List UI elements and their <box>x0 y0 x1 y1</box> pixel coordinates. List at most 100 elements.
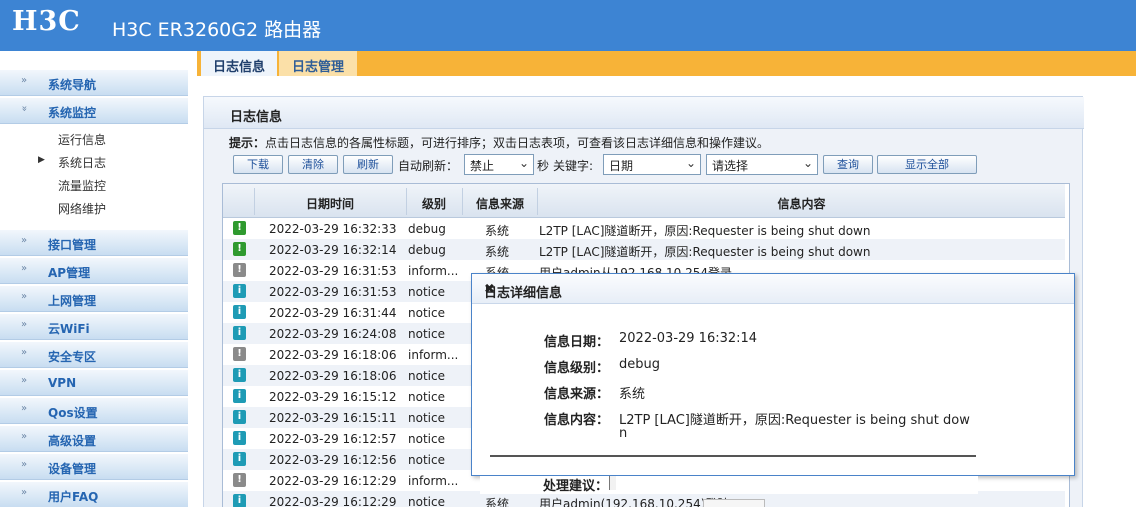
sidebar-subitem-syslog[interactable]: 系统日志 <box>58 154 106 171</box>
sidebar-item-interface[interactable]: » 接口管理 <box>0 230 188 256</box>
panel-title: 日志信息 <box>230 110 283 125</box>
detail-level-value: debug <box>619 357 660 372</box>
double-chevron-right-icon: » <box>21 431 28 442</box>
tab-log-info[interactable]: 日志信息 <box>201 51 277 76</box>
sidebar-item-nav[interactable]: » 系统导航 <box>0 70 188 96</box>
table-row[interactable]: ! 2022-03-29 16:32:33 debug 系统 L2TP [LAC]隧道断… <box>223 218 1065 239</box>
cell-source: 系统 <box>485 245 510 259</box>
clear-button[interactable]: 清除 <box>288 155 338 174</box>
tab-bar: 日志信息 日志管理 <box>197 51 1136 76</box>
double-chevron-right-icon: » <box>21 263 28 274</box>
download-button[interactable]: 下载 <box>233 155 283 174</box>
sidebar-item-label: 用户FAQ <box>48 490 99 504</box>
refresh-button[interactable]: 刷新 <box>343 155 393 174</box>
page-title: H3C ER3260G2 路由器 <box>112 19 322 41</box>
cell-level: notice <box>408 411 445 425</box>
sidebar-item-label: 安全专区 <box>48 350 97 364</box>
advice-textbox[interactable] <box>609 476 616 490</box>
keyword-label: 关键字: <box>553 159 594 173</box>
cell-level: notice <box>408 306 445 320</box>
cell-datetime: 2022-03-29 16:32:14 <box>269 243 397 257</box>
sidebar-item-label: 上网管理 <box>48 294 97 308</box>
table-row[interactable]: ! 2022-03-29 16:32:14 debug 系统 L2TP [LAC]隧道断… <box>223 239 1065 260</box>
filter-value: 请选择 <box>712 159 749 173</box>
show-all-button[interactable]: 显示全部 <box>877 155 977 174</box>
query-button[interactable]: 查询 <box>823 155 873 174</box>
double-chevron-right-icon: » <box>21 319 28 330</box>
column-header-datetime[interactable]: 日期时间 <box>255 195 405 212</box>
sidebar-item-security[interactable]: » 安全专区 <box>0 342 188 368</box>
cell-content: L2TP [LAC]隧道断开，原因:Requester is being shu… <box>539 245 871 259</box>
sidebar-subitem-maintenance[interactable]: 网络维护 <box>58 200 106 217</box>
sidebar-item-monitor[interactable]: » 系统监控 <box>0 98 188 124</box>
cell-datetime: 2022-03-29 16:31:53 <box>269 285 397 299</box>
sidebar-item-qos[interactable]: » Qos设置 <box>0 398 188 424</box>
sidebar-item-label: 设备管理 <box>48 462 97 476</box>
log-detail-dialog: 日志详细信息 ✖ 信息日期： 2022-03-29 16:32:14 信息级别：… <box>471 273 1075 476</box>
info-level-icon: ! <box>233 263 246 277</box>
cell-level: inform... <box>408 264 459 278</box>
sidebar-item-internet[interactable]: » 上网管理 <box>0 286 188 312</box>
notice-level-icon: i <box>233 389 246 403</box>
auto-refresh-select[interactable]: 禁止 ⌄ <box>464 154 534 175</box>
auto-refresh-label: 自动刷新： <box>398 159 459 173</box>
close-icon[interactable]: ✖ <box>484 282 1058 297</box>
cell-datetime: 2022-03-29 16:12:56 <box>269 453 397 467</box>
hint-text: 提示：点击日志信息的各属性标题，可进行排序；双击日志表项，可查看该日志详细信息和… <box>229 134 769 151</box>
table-header: 日期时间 级别 信息来源 信息内容 <box>223 184 1065 218</box>
sidebar-subitem-runinfo[interactable]: 运行信息 <box>58 131 106 148</box>
filter-select[interactable]: 请选择 ⌄ <box>706 154 818 175</box>
cell-level: notice <box>408 432 445 446</box>
dialog-divider <box>490 455 976 457</box>
cell-level: notice <box>408 285 445 299</box>
column-header-source[interactable]: 信息来源 <box>463 195 537 212</box>
keyword-select[interactable]: 日期 ⌄ <box>603 154 701 175</box>
notice-level-icon: i <box>233 452 246 466</box>
sidebar-subitem-traffic[interactable]: 流量监控 <box>58 177 106 194</box>
double-chevron-down-icon: » <box>18 105 30 112</box>
tab-log-manage[interactable]: 日志管理 <box>279 51 357 76</box>
cell-level: notice <box>408 390 445 404</box>
double-chevron-right-icon: » <box>21 75 28 86</box>
sidebar-item-label: Qos设置 <box>48 406 98 420</box>
sidebar-item-label: 高级设置 <box>48 434 97 448</box>
column-header-content[interactable]: 信息内容 <box>538 195 1065 212</box>
info-level-icon: ! <box>233 347 246 361</box>
cell-level: notice <box>408 495 445 507</box>
double-chevron-right-icon: » <box>21 347 28 358</box>
sidebar: » 系统导航 » 系统监控 运行信息 ▶ 系统日志 流量监控 网络维护 » 接口… <box>0 51 195 507</box>
chevron-down-icon: ⌄ <box>685 156 696 170</box>
top-header: H3C H3C ER3260G2 路由器 <box>0 0 1136 51</box>
cell-level: notice <box>408 327 445 341</box>
double-chevron-right-icon: » <box>21 403 28 414</box>
sidebar-item-ap[interactable]: » AP管理 <box>0 258 188 284</box>
cell-level: debug <box>408 243 446 257</box>
cell-level: notice <box>408 453 445 467</box>
h3c-logo: H3C <box>12 6 81 37</box>
keyword-value: 日期 <box>609 159 634 173</box>
sidebar-item-vpn[interactable]: » VPN <box>0 370 188 396</box>
sidebar-item-cloudwifi[interactable]: » 云WiFi <box>0 314 188 340</box>
notice-level-icon: i <box>233 284 246 298</box>
sidebar-item-label: 云WiFi <box>48 322 90 336</box>
cell-datetime: 2022-03-29 16:24:08 <box>269 327 397 341</box>
info-level-icon: ! <box>233 473 246 487</box>
notice-level-icon: i <box>233 410 246 424</box>
detail-date-value: 2022-03-29 16:32:14 <box>619 331 758 346</box>
cell-datetime: 2022-03-29 16:12:29 <box>269 474 397 488</box>
auto-refresh-value: 禁止 <box>470 159 495 173</box>
cell-datetime: 2022-03-29 16:18:06 <box>269 348 397 362</box>
hint-prefix: 提示： <box>229 136 266 150</box>
detail-content-label: 信息内容： <box>544 413 610 428</box>
chevron-down-icon: ⌄ <box>518 156 529 170</box>
sidebar-item-advanced[interactable]: » 高级设置 <box>0 426 188 452</box>
sidebar-item-device[interactable]: » 设备管理 <box>0 454 188 480</box>
triangle-right-icon: ▶ <box>38 155 45 165</box>
chevron-down-icon: ⌄ <box>802 156 813 170</box>
bottom-partial-box <box>703 499 765 507</box>
column-header-level[interactable]: 级别 <box>407 195 461 212</box>
sidebar-item-faq[interactable]: » 用户FAQ <box>0 482 188 507</box>
notice-level-icon: i <box>233 431 246 445</box>
sidebar-item-label: 系统监控 <box>48 106 97 120</box>
cell-datetime: 2022-03-29 16:12:29 <box>269 495 397 507</box>
